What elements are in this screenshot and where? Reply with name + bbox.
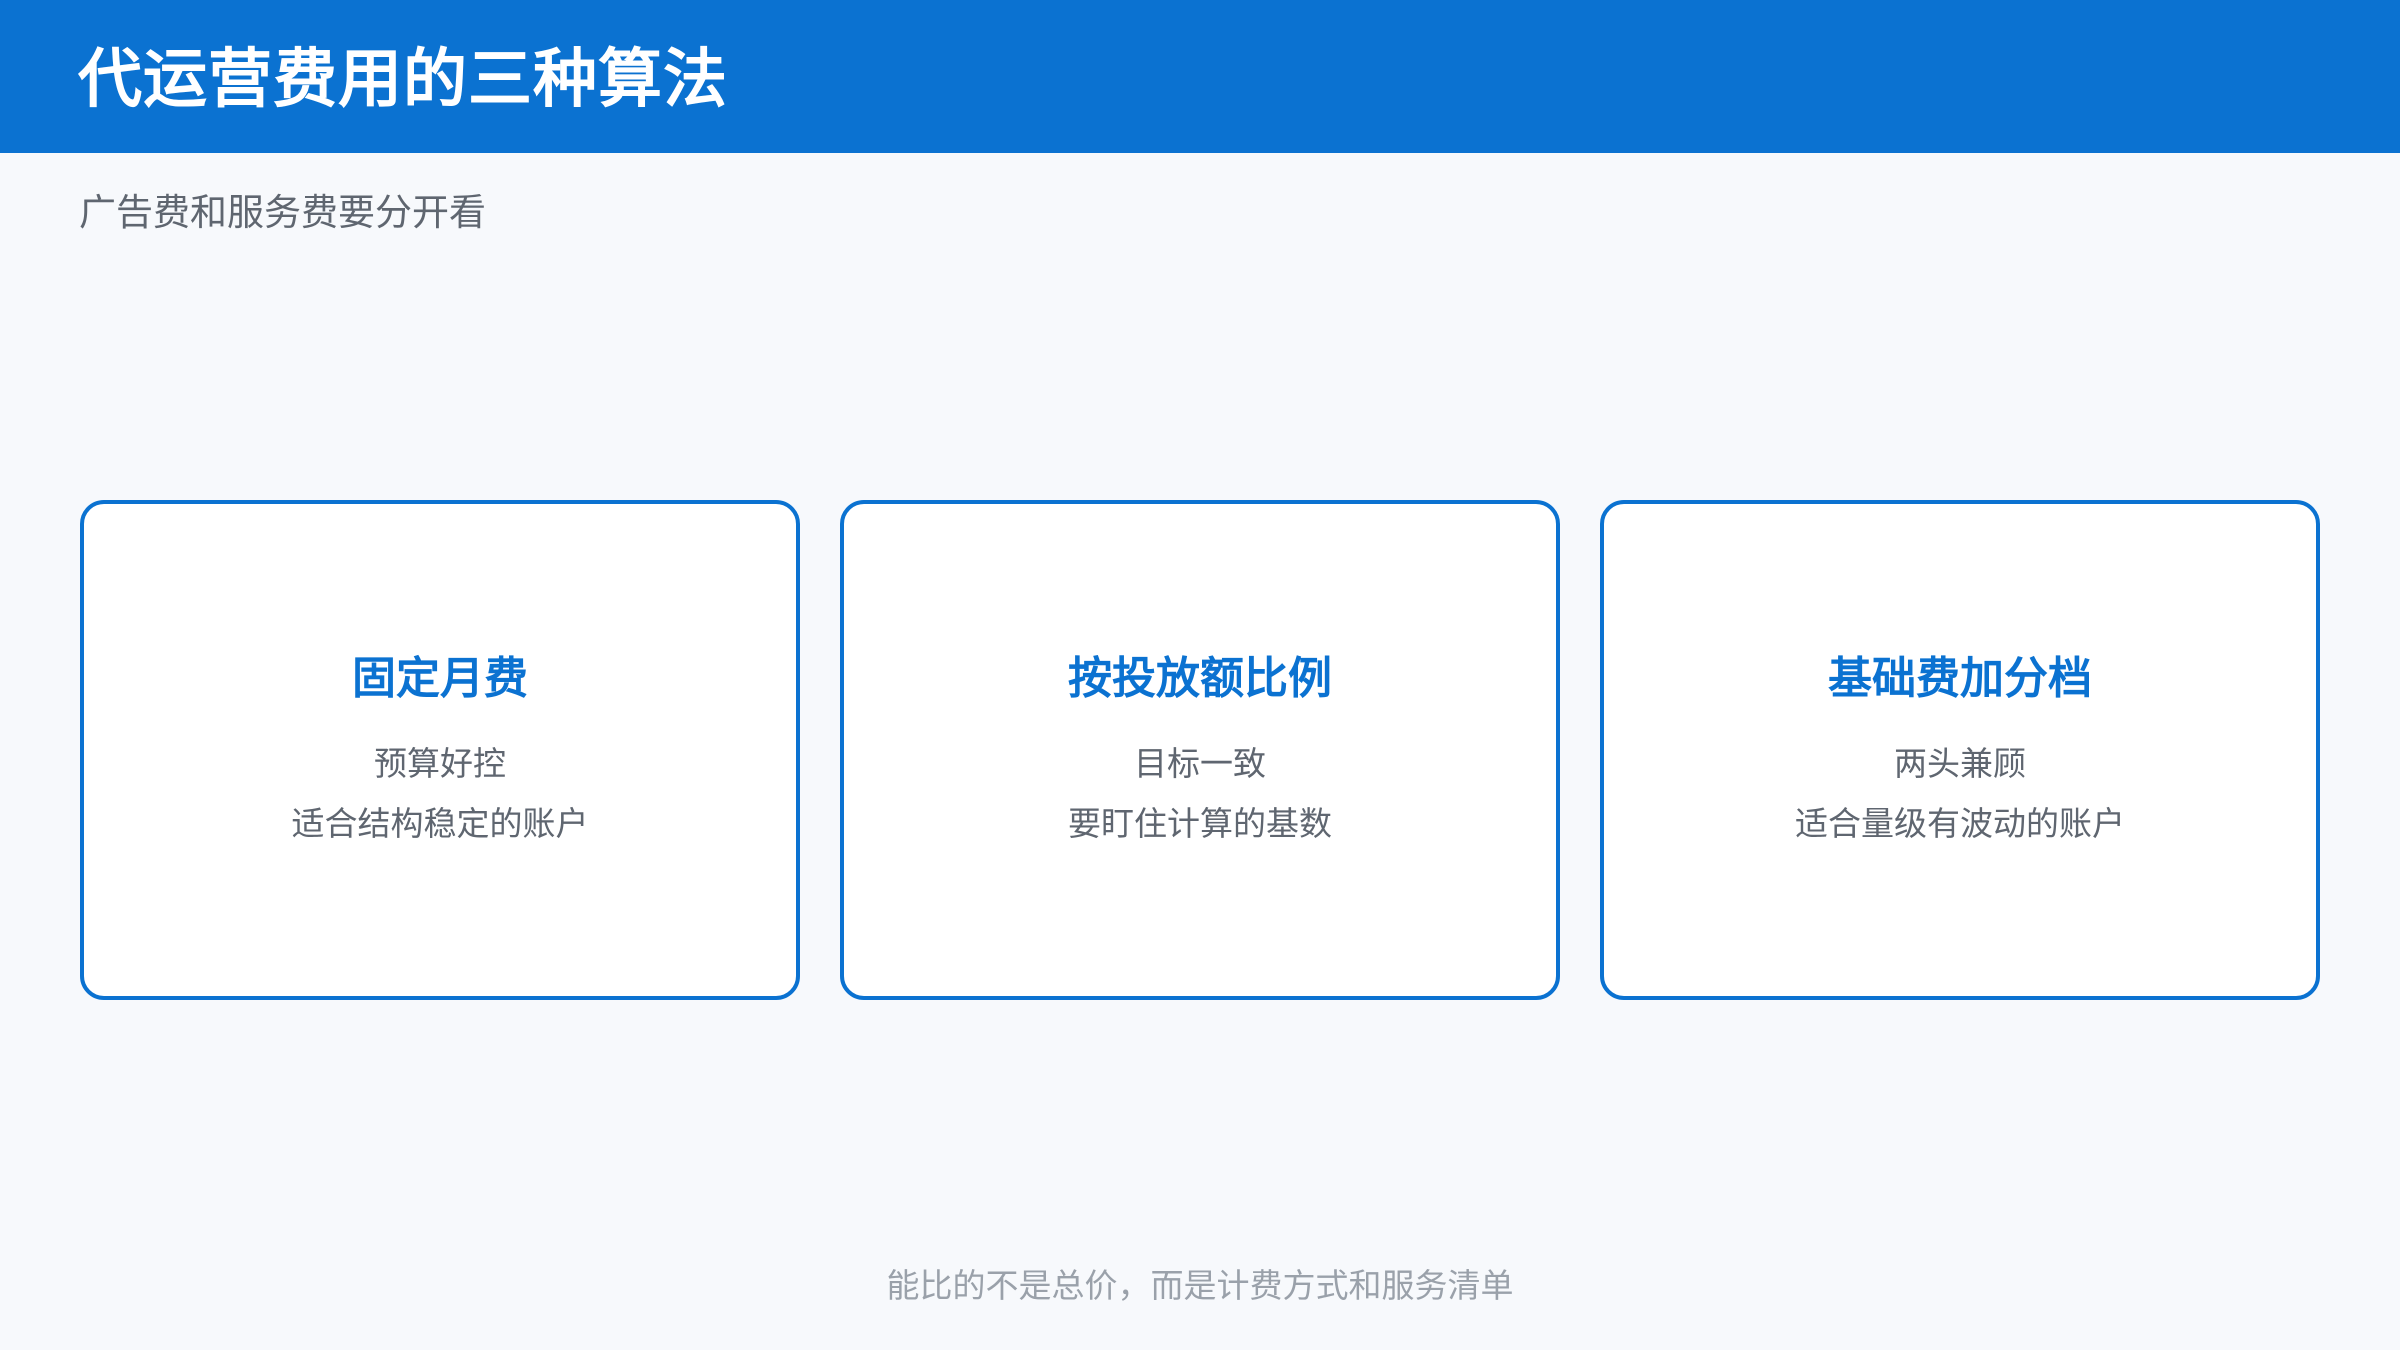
card-title: 基础费加分档 xyxy=(1828,653,2092,704)
page-title: 代运营费用的三种算法 xyxy=(78,43,728,117)
card-fixed-monthly-fee: 固定月费 预算好控 适合结构稳定的账户 xyxy=(80,500,800,1000)
card-title: 按投放额比例 xyxy=(1068,653,1332,704)
page-subtitle: 广告费和服务费要分开看 xyxy=(79,191,486,234)
card-line-1: 两头兼顾 xyxy=(1894,744,2026,783)
pricing-cards: 固定月费 预算好控 适合结构稳定的账户 按投放额比例 目标一致 要盯住计算的基数… xyxy=(80,500,2320,1000)
card-ad-spend-percentage: 按投放额比例 目标一致 要盯住计算的基数 xyxy=(840,500,1560,1000)
card-title: 固定月费 xyxy=(352,653,528,704)
header-bar: 代运营费用的三种算法 xyxy=(0,0,2400,153)
card-line-2: 适合量级有波动的账户 xyxy=(1795,804,2125,843)
card-line-1: 预算好控 xyxy=(374,744,506,783)
footer-note: 能比的不是总价，而是计费方式和服务清单 xyxy=(886,1266,1514,1305)
card-line-2: 要盯住计算的基数 xyxy=(1068,804,1332,843)
card-base-fee-plus-tiers: 基础费加分档 两头兼顾 适合量级有波动的账户 xyxy=(1600,500,2320,1000)
card-line-1: 目标一致 xyxy=(1134,744,1266,783)
slide: 代运营费用的三种算法 广告费和服务费要分开看 固定月费 预算好控 适合结构稳定的… xyxy=(0,0,2400,1350)
card-line-2: 适合结构稳定的账户 xyxy=(291,804,589,843)
